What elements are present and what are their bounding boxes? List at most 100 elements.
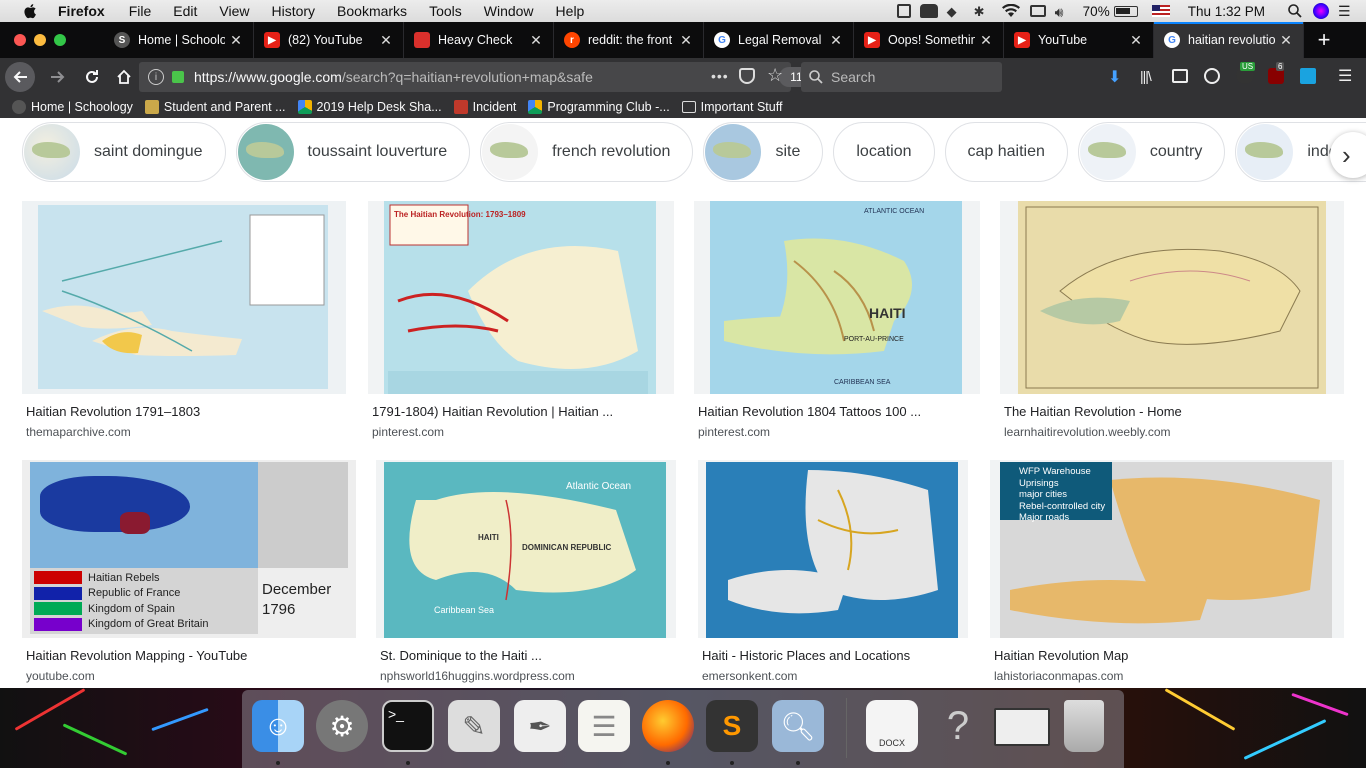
result-title[interactable]: 1791-1804) Haitian Revolution | Haitian … [372, 404, 613, 419]
tab-youtube-82[interactable]: ▶ (82) YouTube ✕ [254, 22, 404, 58]
menu-edit[interactable]: Edit [173, 3, 197, 19]
result-source[interactable]: emersonkent.com [702, 669, 797, 683]
image-result[interactable]: Haitian Rebels Republic of France Kingdo… [22, 460, 356, 688]
ublock-icon[interactable]: 6 [1268, 62, 1285, 84]
reload-button[interactable] [77, 62, 107, 92]
chip-toussaint-louverture[interactable]: toussaint louverture [235, 122, 471, 182]
result-source[interactable]: pinterest.com [372, 425, 444, 439]
siri-icon[interactable] [1313, 3, 1329, 19]
battery-icon[interactable] [1113, 5, 1138, 17]
menu-bookmarks[interactable]: Bookmarks [337, 3, 407, 19]
close-tab-icon[interactable]: ✕ [379, 32, 393, 49]
result-source[interactable]: youtube.com [26, 669, 95, 683]
finder-icon[interactable]: ☺ [252, 700, 304, 752]
result-thumbnail[interactable]: Atlantic Ocean HAITI DOMINICAN REPUBLIC … [376, 460, 676, 638]
preview-icon[interactable]: 🔍︎ [772, 700, 824, 752]
result-title[interactable]: Haiti - Historic Places and Locations [702, 648, 910, 663]
image-result[interactable]: The Haitian Revolution - Home learnhaiti… [1000, 201, 1344, 441]
script-editor-icon[interactable]: ✎ [448, 700, 500, 752]
textedit-icon[interactable]: ✒ [514, 700, 566, 752]
image-result[interactable]: WFP Warehouse Uprisings major cities Reb… [990, 460, 1344, 688]
menu-window[interactable]: Window [484, 3, 534, 19]
close-tab-icon[interactable]: ✕ [1279, 32, 1293, 49]
chip-site[interactable]: site [703, 122, 824, 182]
image-result[interactable]: Haitian Revolution 1791–1803 themaparchi… [22, 201, 346, 441]
tab-youtube[interactable]: ▶ YouTube ✕ [1004, 22, 1154, 58]
spotlight-search-icon[interactable] [1288, 4, 1304, 18]
result-source[interactable]: nphsworld16huggins.wordpress.com [380, 669, 575, 683]
bookmark-help-desk[interactable]: 2019 Help Desk Sha... [297, 100, 442, 114]
result-thumbnail[interactable]: The Haitian Revolution: 1793–1809 [368, 201, 674, 394]
home-button[interactable] [109, 62, 139, 92]
maximize-window-button[interactable] [54, 34, 66, 46]
close-tab-icon[interactable]: ✕ [979, 32, 993, 49]
sublime-text-icon[interactable]: S [706, 700, 758, 752]
result-thumbnail[interactable] [22, 201, 346, 394]
notification-center-icon[interactable]: ☰ [1338, 4, 1354, 18]
result-title[interactable]: St. Dominique to the Haiti ... [380, 648, 542, 663]
bookmark-schoology[interactable]: Home | Schoology [12, 100, 133, 114]
docx-file-icon[interactable]: DOCX [866, 700, 918, 752]
image-result[interactable]: Atlantic Ocean HAITI DOMINICAN REPUBLIC … [376, 460, 676, 688]
hamburger-menu-icon[interactable]: ☰ [1338, 66, 1352, 86]
tab-oops[interactable]: ▶ Oops! Something ✕ [854, 22, 1004, 58]
menu-history[interactable]: History [271, 3, 315, 19]
cube-icon[interactable] [896, 4, 911, 18]
close-tab-icon[interactable]: ✕ [829, 32, 843, 49]
bluetooth-icon[interactable]: ✱ [974, 4, 992, 19]
forward-button[interactable] [43, 62, 73, 92]
image-result[interactable]: Haiti - Historic Places and Locations em… [698, 460, 968, 688]
menu-view[interactable]: View [219, 3, 249, 19]
screenshot-window-icon[interactable] [994, 708, 1050, 746]
bookmark-incident[interactable]: Incident [453, 100, 516, 114]
menu-file[interactable]: File [129, 3, 152, 19]
menu-app-name[interactable]: Firefox [58, 3, 105, 19]
terminal-icon[interactable]: >_ [382, 700, 434, 752]
notes-icon[interactable]: ☰ [578, 700, 630, 752]
apple-icon[interactable] [22, 3, 40, 19]
wifi-icon[interactable] [1001, 3, 1021, 18]
tab-legal-removal[interactable]: G Legal Removal R ✕ [704, 22, 854, 58]
clock[interactable]: Thu 1:32 PM [1188, 4, 1265, 19]
info-icon[interactable]: i [148, 69, 164, 85]
close-tab-icon[interactable]: ✕ [1129, 32, 1143, 49]
result-thumbnail[interactable] [698, 460, 968, 638]
chip-cap-haitien[interactable]: cap haitien [944, 122, 1068, 182]
result-thumbnail[interactable] [1000, 201, 1344, 394]
result-title[interactable]: Haitian Revolution 1804 Tattoos 100 ... [698, 404, 921, 419]
result-source[interactable]: lahistoriaconmapas.com [994, 669, 1123, 683]
image-result[interactable]: ATLANTIC OCEAN HAITI PORT-AU-PRINCE CARI… [694, 201, 980, 441]
bookmark-programming-club[interactable]: Programming Club -... [528, 100, 670, 114]
result-title[interactable]: Haitian Revolution 1791–1803 [26, 404, 200, 419]
account-icon[interactable] [1204, 68, 1220, 84]
flag-icon[interactable] [1151, 5, 1170, 17]
chip-country[interactable]: country [1077, 122, 1226, 182]
minimize-window-button[interactable] [34, 34, 46, 46]
firefox-icon[interactable] [642, 700, 694, 752]
close-tab-icon[interactable]: ✕ [229, 32, 243, 49]
vpn-extension-icon[interactable]: US [1236, 62, 1256, 84]
downloads-icon[interactable]: ⬇ [1108, 67, 1121, 87]
airplay-icon[interactable] [1029, 5, 1046, 17]
close-window-button[interactable] [14, 34, 26, 46]
system-preferences-icon[interactable]: ⚙ [316, 700, 368, 752]
page-actions-icon[interactable]: ••• [711, 68, 729, 84]
menu-tools[interactable]: Tools [429, 3, 462, 19]
tab-haitian-revolution[interactable]: Ghaitian revolution ✕ [1154, 22, 1304, 58]
bookmark-student-parent[interactable]: Student and Parent ... [144, 100, 286, 114]
result-title[interactable]: Haitian Revolution Mapping - YouTube [26, 648, 247, 663]
car-icon[interactable] [919, 4, 938, 18]
result-title[interactable]: The Haitian Revolution - Home [1004, 404, 1182, 419]
trash-icon[interactable] [1064, 700, 1104, 752]
result-thumbnail[interactable]: Haitian Rebels Republic of France Kingdo… [22, 460, 356, 638]
tab-reddit[interactable]: r reddit: the front ✕ [554, 22, 704, 58]
dropbox-icon[interactable]: ◆ [947, 4, 965, 19]
close-tab-icon[interactable]: ✕ [529, 32, 543, 49]
pocket-icon[interactable] [739, 68, 755, 84]
tab-schoology[interactable]: S Home | Schoology ✕ [104, 22, 254, 58]
result-thumbnail[interactable]: ATLANTIC OCEAN HAITI PORT-AU-PRINCE CARI… [694, 201, 980, 394]
chip-french-revolution[interactable]: french revolution [480, 122, 694, 182]
result-thumbnail[interactable]: WFP Warehouse Uprisings major cities Reb… [990, 460, 1344, 638]
menu-help[interactable]: Help [556, 3, 585, 19]
volume-icon[interactable]: 🔊︎ [1055, 4, 1073, 20]
